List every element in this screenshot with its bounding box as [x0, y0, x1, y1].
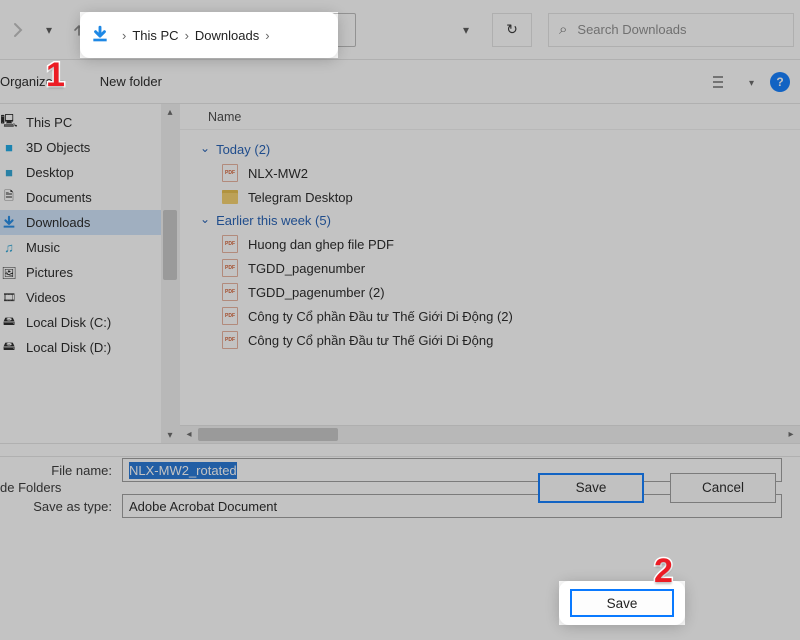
scroll-thumb[interactable]	[163, 210, 177, 280]
nav-item-videos[interactable]: Videos	[0, 285, 161, 310]
scroll-up-icon[interactable]: ▴	[161, 104, 179, 120]
file-row[interactable]: NLX-MW2	[200, 161, 800, 185]
file-name: Công ty Cổ phần Đầu tư Thế Giới Di Động	[248, 333, 493, 348]
file-row[interactable]: TGDD_pagenumber (2)	[200, 280, 800, 304]
nav-item-label: Local Disk (C:)	[26, 315, 111, 330]
nav-item-downloads[interactable]: Downloads	[0, 210, 161, 235]
nav-item-documents[interactable]: Documents	[0, 185, 161, 210]
nav-item-desktop[interactable]: Desktop	[0, 160, 161, 185]
file-row[interactable]: Công ty Cổ phần Đầu tư Thế Giới Di Động	[200, 328, 800, 352]
file-list: Today (2) NLX-MW2 Telegram Desktop Earlier …	[180, 130, 800, 425]
file-row[interactable]: Công ty Cổ phần Đầu tư Thế Giới Di Động …	[200, 304, 800, 328]
scroll-right-icon[interactable]: ▸	[782, 429, 800, 440]
nav-item-label: Pictures	[26, 265, 73, 280]
nav-item-this-pc[interactable]: This PC	[0, 110, 161, 135]
nav-item-label: This PC	[26, 115, 72, 130]
desktop-icon	[0, 164, 18, 182]
chevron-down-icon	[200, 142, 210, 157]
breadcrumb-folder[interactable]: Downloads	[195, 28, 259, 43]
nav-item-local-disk-c[interactable]: Local Disk (C:)	[0, 310, 161, 335]
search-input[interactable]: Search Downloads	[548, 13, 794, 47]
navigation-pane: This PC 3D Objects Desktop Documents Downloa…	[0, 104, 180, 443]
nav-item-label: Desktop	[26, 165, 74, 180]
3d-icon	[0, 139, 18, 157]
file-group-header[interactable]: Today (2)	[200, 138, 800, 161]
nav-item-local-disk-d[interactable]: Local Disk (D:)	[0, 335, 161, 360]
save-button[interactable]: Save	[570, 589, 674, 617]
file-name: TGDD_pagenumber	[248, 261, 365, 276]
file-group-header[interactable]: Earlier this week (5)	[200, 209, 800, 232]
column-header-name[interactable]: Name	[180, 104, 800, 130]
pic-icon	[0, 264, 18, 282]
address-dropdown[interactable]	[450, 13, 482, 47]
nav-item-label: 3D Objects	[26, 140, 90, 155]
nav-item-pictures[interactable]: Pictures	[0, 260, 161, 285]
file-name: Công ty Cổ phần Đầu tư Thế Giới Di Động …	[248, 309, 513, 324]
music-icon	[0, 239, 18, 257]
hide-folders-button[interactable]: de Folders	[0, 480, 61, 495]
refresh-icon	[506, 21, 518, 38]
nav-item-label: Documents	[26, 190, 92, 205]
breadcrumb-root[interactable]: This PC	[132, 28, 178, 43]
callout-1: 1	[46, 56, 65, 95]
pc-icon	[0, 114, 18, 132]
search-icon	[559, 21, 567, 38]
scroll-thumb[interactable]	[198, 428, 338, 441]
save-button[interactable]: Save	[538, 473, 644, 503]
disk-icon	[0, 314, 18, 332]
pdf-icon	[222, 331, 238, 349]
downloads-icon	[90, 25, 110, 45]
pdf-icon	[222, 164, 238, 182]
nav-item-music[interactable]: Music	[0, 235, 161, 260]
nav-item-label: Music	[26, 240, 60, 255]
folder-icon	[222, 190, 238, 204]
pdf-icon	[222, 283, 238, 301]
file-name: Huong dan ghep file PDF	[248, 237, 394, 252]
file-row[interactable]: Huong dan ghep file PDF	[200, 232, 800, 256]
cancel-button[interactable]: Cancel	[670, 473, 776, 503]
cancel-button-label: Cancel	[702, 480, 744, 495]
file-row[interactable]: Telegram Desktop	[200, 185, 800, 209]
nav-item-3d-objects[interactable]: 3D Objects	[0, 135, 161, 160]
new-folder-button[interactable]: New folder	[100, 74, 162, 89]
scroll-down-icon[interactable]: ▾	[161, 427, 179, 443]
docs-icon	[0, 189, 18, 207]
content-horizontal-scrollbar[interactable]: ◂ ▸	[180, 425, 800, 443]
dl-icon	[0, 214, 18, 232]
organize-label: Organize	[0, 74, 53, 89]
nav-item-label: Local Disk (D:)	[26, 340, 111, 355]
nav-forward-icon[interactable]	[6, 17, 32, 43]
help-button[interactable]: ?	[770, 72, 790, 92]
chevron-down-icon	[200, 213, 210, 228]
pdf-icon	[222, 307, 238, 325]
view-options-button[interactable]	[711, 71, 733, 93]
scroll-left-icon[interactable]: ◂	[180, 429, 198, 440]
pdf-icon	[222, 235, 238, 253]
save-button-label: Save	[607, 596, 638, 611]
nav-item-label: Videos	[26, 290, 66, 305]
refresh-button[interactable]	[492, 13, 532, 47]
save-button-label: Save	[576, 480, 607, 495]
disk-icon	[0, 339, 18, 357]
file-group-title: Today (2)	[216, 142, 270, 157]
search-placeholder: Search Downloads	[577, 22, 686, 37]
file-name: TGDD_pagenumber (2)	[248, 285, 385, 300]
file-name: NLX-MW2	[248, 166, 308, 181]
chevron-down-icon	[463, 22, 469, 37]
nav-item-label: Downloads	[26, 215, 90, 230]
file-group-title: Earlier this week (5)	[216, 213, 331, 228]
vid-icon	[0, 289, 18, 307]
pdf-icon	[222, 259, 238, 277]
file-row[interactable]: TGDD_pagenumber	[200, 256, 800, 280]
nav-vertical-scrollbar[interactable]: ▴ ▾	[161, 104, 179, 443]
file-name: Telegram Desktop	[248, 190, 353, 205]
nav-history-icon[interactable]	[36, 17, 62, 43]
chevron-down-icon	[749, 74, 754, 89]
